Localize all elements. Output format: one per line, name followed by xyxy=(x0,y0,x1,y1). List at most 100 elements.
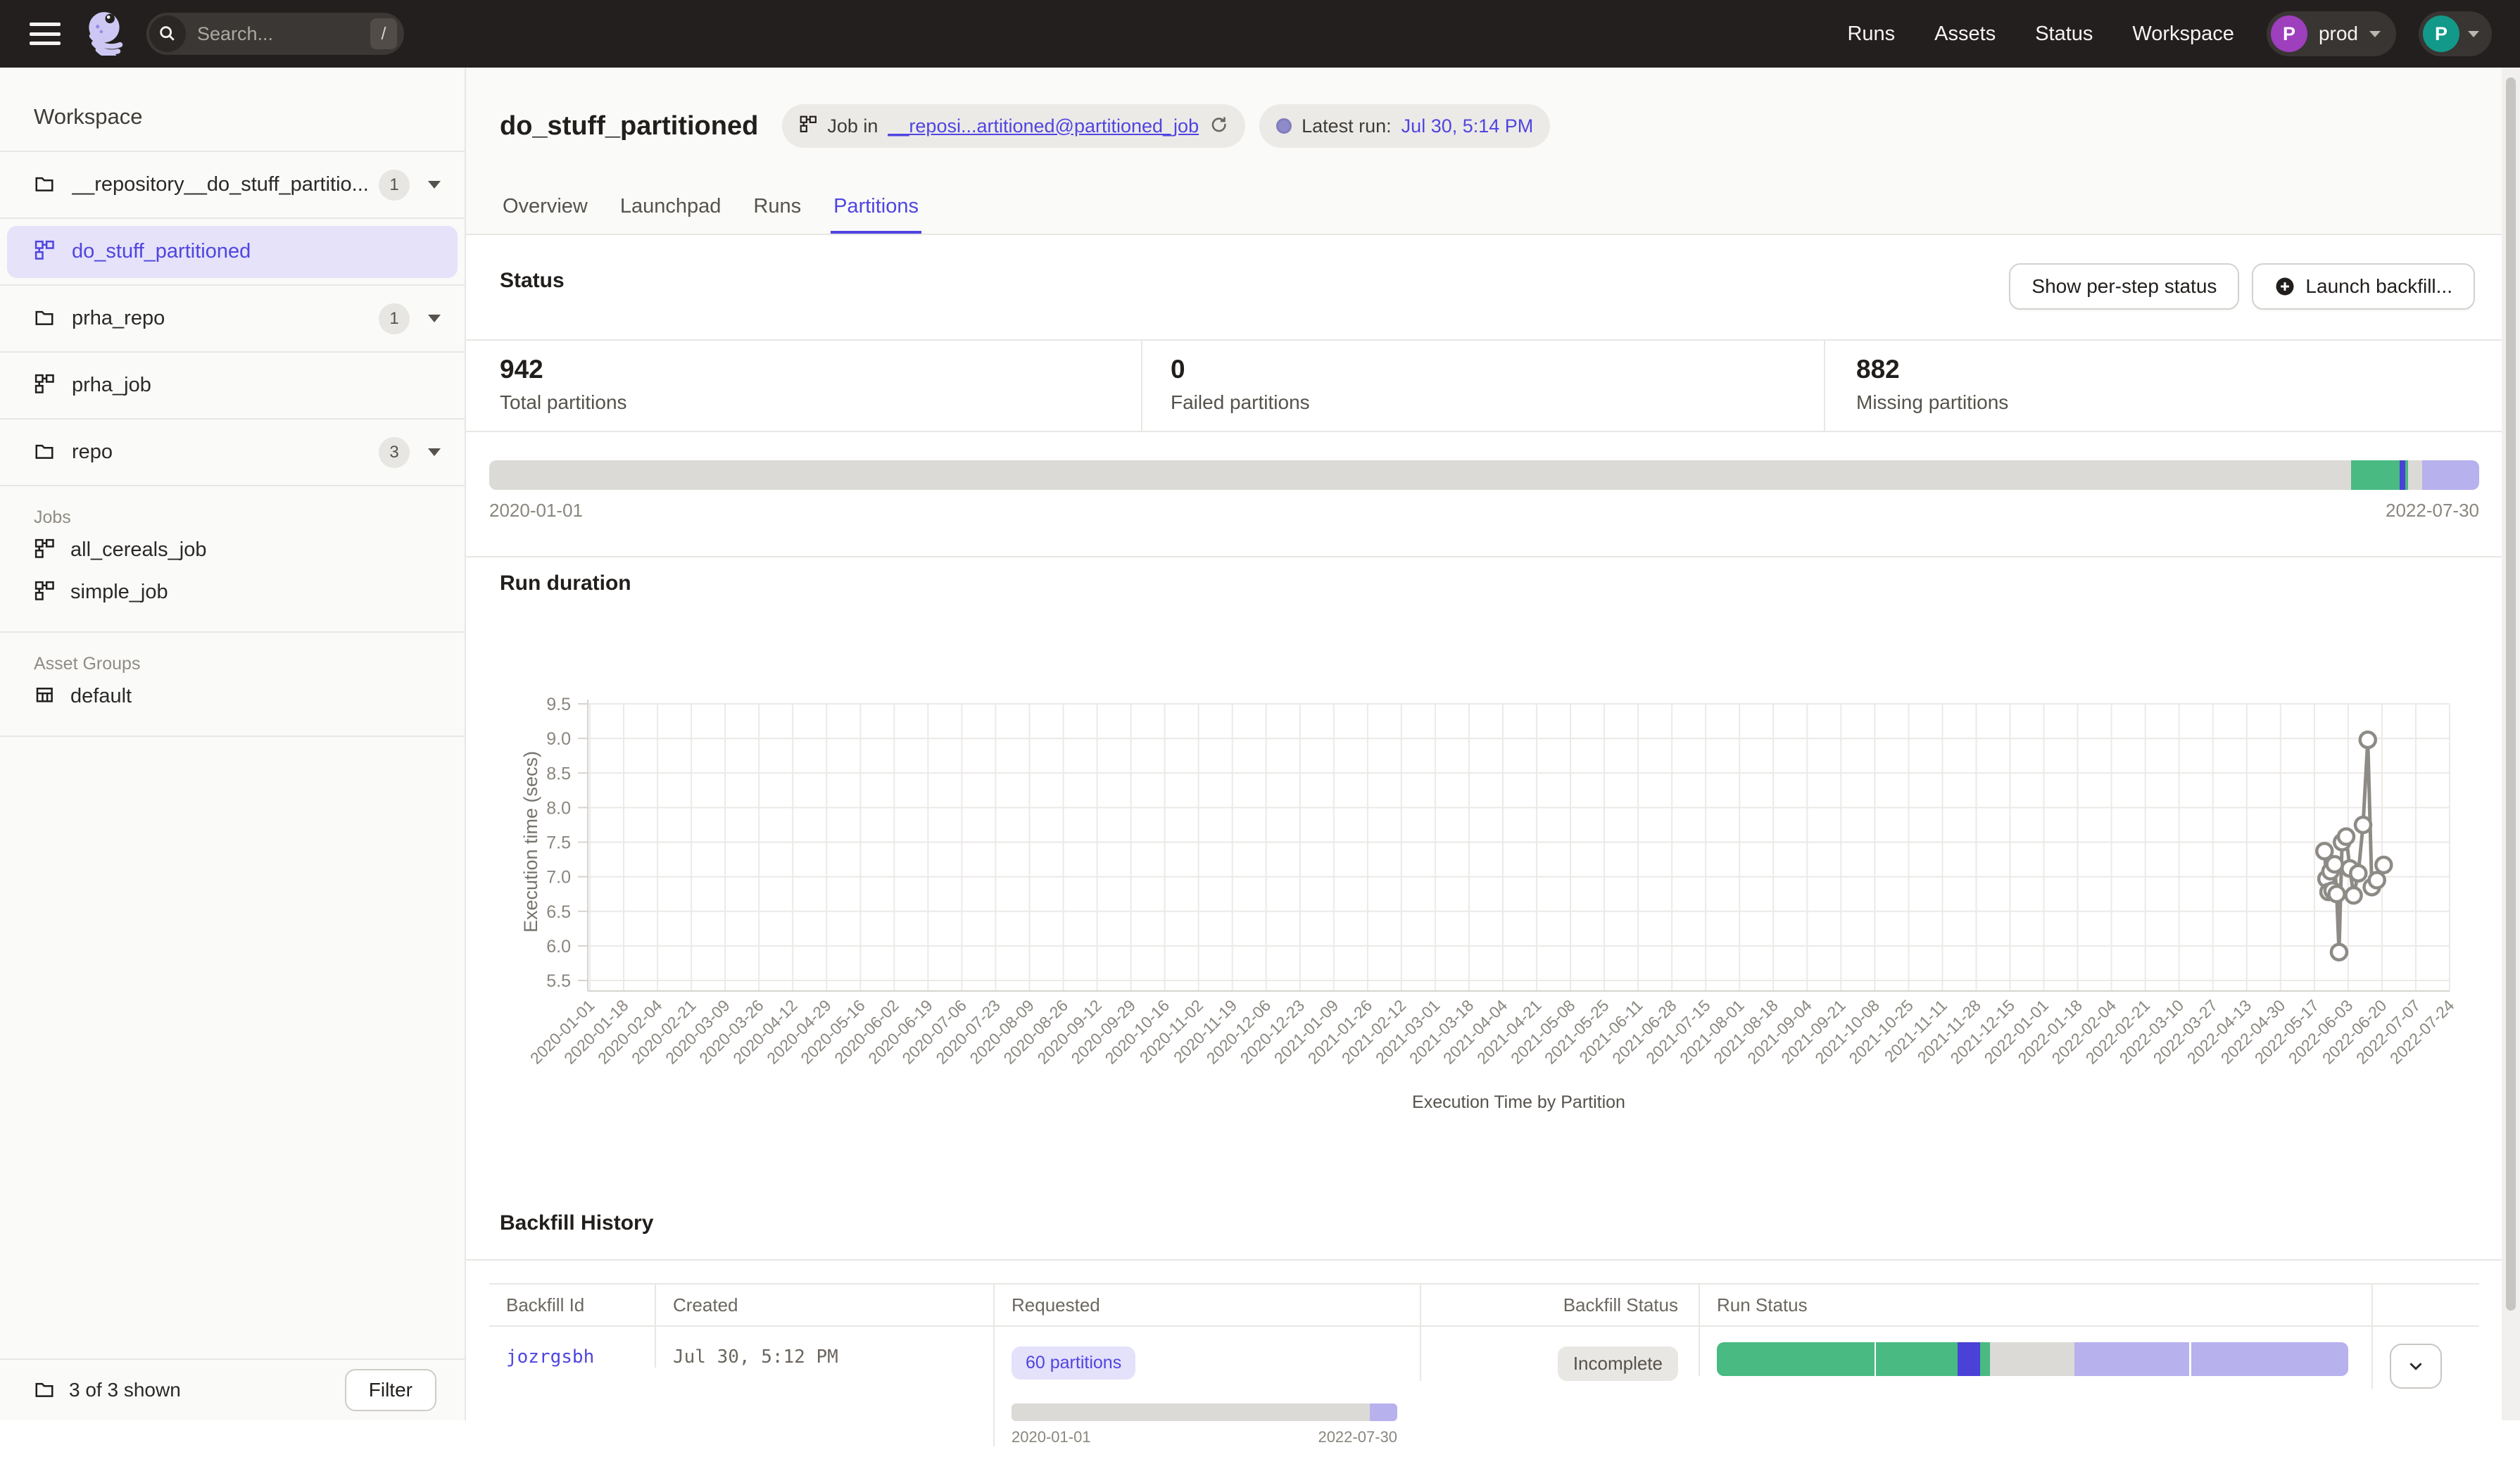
sidebar-item-label: prha_repo xyxy=(72,307,165,330)
sidebar-item-label: default xyxy=(70,685,132,708)
sidebar-item-default[interactable]: default xyxy=(0,675,465,717)
bar-segment xyxy=(1980,1342,1989,1376)
nav-links: Runs Assets Status Workspace xyxy=(1847,23,2234,46)
filter-button[interactable]: Filter xyxy=(345,1369,436,1411)
stat-value: 0 xyxy=(1171,355,1824,384)
chevron-down-icon[interactable] xyxy=(428,448,441,456)
bar-segment xyxy=(2400,460,2405,490)
nav-link-workspace[interactable]: Workspace xyxy=(2132,23,2234,46)
data-point-marker xyxy=(2327,857,2343,872)
stat-value: 942 xyxy=(500,355,1141,384)
y-tick-label: 6.5 xyxy=(546,902,571,922)
y-axis-label: Execution time (secs) xyxy=(520,751,541,933)
y-tick-label: 5.5 xyxy=(546,971,571,991)
job-origin-pill: Job in __reposi...artitioned@partitioned… xyxy=(782,104,1245,148)
column-header-empty xyxy=(2371,1285,2479,1327)
tab-runs[interactable]: Runs xyxy=(750,195,804,235)
sidebar-section-asset-groups: Asset Groupsdefault xyxy=(0,633,465,737)
search-placeholder: Search... xyxy=(197,23,370,45)
latest-run-link[interactable]: Jul 30, 5:14 PM xyxy=(1401,115,1534,137)
scrollbar[interactable] xyxy=(2502,68,2520,1420)
partition-end-date: 2022-07-30 xyxy=(2386,500,2479,522)
nav-link-assets[interactable]: Assets xyxy=(1934,23,1996,46)
stat-failed-partitions: 0 Failed partitions xyxy=(1141,341,1824,431)
sidebar-item-label: do_stuff_partitioned xyxy=(72,240,251,263)
sidebar-title: Workspace xyxy=(34,104,465,130)
section-heading: Jobs xyxy=(34,507,465,529)
y-tick-label: 9.0 xyxy=(546,729,571,749)
bar-segment xyxy=(2074,1342,2189,1376)
sidebar-item-label: prha_job xyxy=(72,374,151,397)
run-duration-chart: 2020-01-012020-01-182020-02-042020-02-21… xyxy=(479,673,2506,1137)
bar-segment xyxy=(2191,1342,2348,1376)
deployment-label: prod xyxy=(2319,23,2358,45)
sidebar-item-prha_job[interactable]: prha_job xyxy=(0,353,465,419)
tab-partitions[interactable]: Partitions xyxy=(831,195,921,235)
search-shortcut-key: / xyxy=(370,18,397,49)
bar-segment xyxy=(1012,1403,1370,1421)
sidebar-item-label: simple_job xyxy=(70,581,168,604)
sidebar-item-do_stuff_partitioned[interactable]: do_stuff_partitioned xyxy=(0,219,465,286)
bar-segment xyxy=(489,460,2351,490)
y-tick-label: 9.5 xyxy=(546,695,571,714)
user-avatar: P xyxy=(2423,15,2459,52)
requested-partitions-badge[interactable]: 60 partitions xyxy=(1012,1346,1135,1380)
data-point-marker xyxy=(2355,817,2371,833)
job-origin-prefix: Job in xyxy=(827,115,878,137)
table-row: jozrgsbh Jul 30, 5:12 PM 60 partitions 2… xyxy=(489,1327,2479,1464)
requested-partitions-bar xyxy=(1012,1403,1397,1421)
folder-icon xyxy=(34,1378,55,1403)
sidebar-footer: 3 of 3 shown Filter xyxy=(0,1358,465,1420)
section-divider xyxy=(466,556,2520,557)
sidebar-item-__repository__do_stuff_partitio...[interactable]: __repository__do_stuff_partitio...1 xyxy=(0,152,465,219)
sidebar-item-prha_repo[interactable]: prha_repo1 xyxy=(0,286,465,353)
backfill-id-link[interactable]: jozrgsbh xyxy=(506,1346,594,1368)
chevron-down-icon[interactable] xyxy=(428,315,441,322)
run-status-bar[interactable] xyxy=(1717,1342,2348,1376)
sidebar-item-simple_job[interactable]: simple_job xyxy=(0,571,465,613)
folder-icon xyxy=(34,306,55,331)
partition-bar-dates: 2020-01-01 2022-07-30 xyxy=(489,500,2479,522)
sidebar-item-repo[interactable]: repo3 xyxy=(0,419,465,486)
page-title: do_stuff_partitioned xyxy=(500,111,758,141)
tab-overview[interactable]: Overview xyxy=(500,195,591,235)
sidebar-section-jobs: Jobsall_cereals_job simple_job xyxy=(0,486,465,633)
dagster-logo-icon[interactable] xyxy=(82,9,128,59)
nav-link-status[interactable]: Status xyxy=(2035,23,2093,46)
menu-icon[interactable] xyxy=(30,23,61,45)
repo-list: __repository__do_stuff_partitio...1 do_st… xyxy=(0,151,465,486)
reload-icon[interactable] xyxy=(1209,114,1228,139)
sidebar-item-all_cereals_job[interactable]: all_cereals_job xyxy=(0,529,465,571)
scrollbar-thumb[interactable] xyxy=(2506,77,2516,1311)
chevron-down-icon xyxy=(2468,31,2479,37)
search-input[interactable]: Search... / xyxy=(146,13,404,55)
partition-status-bar[interactable] xyxy=(489,460,2479,490)
chevron-down-icon[interactable] xyxy=(428,181,441,189)
stat-missing-partitions: 882Missing partitions xyxy=(1824,341,2520,431)
y-tick-label: 7.0 xyxy=(546,868,571,888)
job-origin-link[interactable]: __reposi...artitioned@partitioned_job xyxy=(888,115,1199,137)
deployment-avatar: P xyxy=(2271,15,2307,52)
selected-item-pill: do_stuff_partitioned xyxy=(7,226,458,278)
folder-icon xyxy=(34,172,55,197)
backfill-history-heading: Backfill History xyxy=(500,1211,653,1235)
data-point-marker xyxy=(2331,945,2347,960)
data-point-marker xyxy=(2329,886,2345,902)
stat-label: Failed partitions xyxy=(1171,391,1824,414)
show-per-step-status-button[interactable]: Show per-step status xyxy=(2009,263,2239,310)
partition-start-date: 2020-01-01 xyxy=(489,500,583,522)
nav-link-runs[interactable]: Runs xyxy=(1847,23,1895,46)
expand-row-button[interactable] xyxy=(2390,1344,2442,1389)
job-icon xyxy=(34,373,55,398)
deployment-switcher[interactable]: P prod xyxy=(2267,11,2396,56)
user-menu[interactable]: P xyxy=(2419,11,2492,56)
asset-group-icon xyxy=(34,684,55,709)
tab-launchpad[interactable]: Launchpad xyxy=(617,195,724,235)
tab-bar: Overview Launchpad Runs Partitions xyxy=(500,195,921,235)
job-icon xyxy=(799,115,817,138)
stat-label: Missing partitions xyxy=(1856,391,2520,414)
status-heading: Status xyxy=(500,269,565,293)
job-icon xyxy=(34,239,55,264)
launch-backfill-button[interactable]: Launch backfill... xyxy=(2252,263,2475,310)
bar-segment xyxy=(2422,460,2479,490)
